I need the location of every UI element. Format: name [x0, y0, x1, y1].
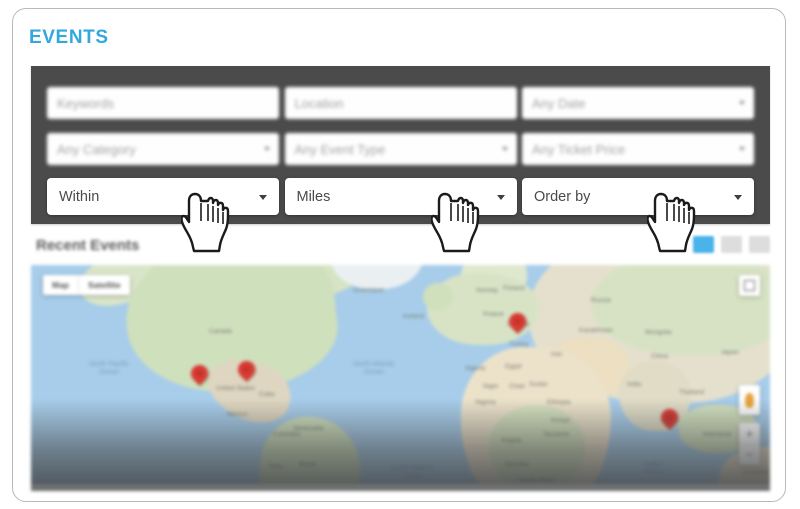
keywords-input[interactable]: Keywords [47, 87, 279, 119]
within-select-value: Within [59, 188, 100, 205]
map-type-control[interactable]: Map Satellite [43, 275, 130, 295]
units-select[interactable]: Miles [284, 178, 517, 215]
page-title: EVENTS [29, 27, 109, 48]
zoom-in-icon[interactable]: + [739, 423, 760, 445]
landmass-british-isles [423, 283, 453, 311]
view-toggle-group [693, 236, 770, 253]
map-label: Ethiopia [547, 399, 571, 406]
ticket-price-select[interactable]: Any Ticket Price [522, 133, 754, 165]
map-label: Iceland [403, 313, 424, 320]
map-label: Brazil [299, 461, 316, 468]
map-label: Greenland [353, 287, 384, 294]
section-title: Recent Events [36, 237, 140, 254]
map-label: Mongolia [645, 329, 672, 336]
search-toolbar: Keywords Location Any Date Any Category … [31, 66, 770, 224]
category-select[interactable]: Any Category [47, 133, 279, 165]
chevron-down-icon [739, 101, 745, 105]
map-label: Kazakhstan [579, 327, 613, 334]
list-view-toggle[interactable] [721, 236, 742, 253]
map-label: Nigeria [475, 399, 496, 406]
event-type-select[interactable]: Any Event Type [284, 133, 517, 165]
zoom-out-icon[interactable]: − [739, 444, 760, 465]
ticket-price-select-value: Any Ticket Price [532, 141, 626, 157]
map-label: Turkey [509, 341, 529, 348]
map-label: Iran [551, 351, 563, 358]
events-map[interactable]: Canada United States Mexico Greenland Icelan… [31, 265, 770, 491]
map-label: Mexico [227, 411, 248, 418]
street-view-pegman-icon[interactable] [739, 385, 760, 415]
map-label: China [651, 353, 668, 360]
map-label: Namibia [505, 461, 529, 468]
map-label: Peru [269, 463, 283, 470]
date-select-value: Any Date [532, 95, 586, 111]
map-label: Thailand [679, 389, 704, 396]
search-row-3: Within Miles Order by [31, 178, 770, 215]
map-bottom-strip [31, 484, 770, 491]
chevron-down-icon [501, 147, 508, 151]
map-label: Sudan [529, 381, 548, 388]
map-canvas[interactable]: Canada United States Mexico Greenland Icelan… [31, 265, 770, 491]
map-type-map-button[interactable]: Map [43, 275, 78, 295]
map-label: Tanzania [543, 431, 570, 438]
map-label: Venezuela [293, 425, 324, 432]
pegman-body [745, 392, 754, 408]
chevron-down-icon [264, 147, 270, 151]
page-root: EVENTS Keywords Location Any Date Any Ca… [0, 0, 800, 509]
map-label: Poland [483, 311, 504, 318]
map-label: Algeria [465, 365, 486, 372]
map-label: Australia [743, 469, 769, 476]
event-type-select-value: Any Event Type [294, 141, 386, 157]
map-label: Colombia [273, 431, 301, 438]
chevron-down-icon [259, 194, 267, 200]
location-input[interactable]: Location [284, 87, 517, 119]
chevron-down-icon [496, 194, 505, 200]
map-label: Angola [501, 437, 522, 444]
search-row-2: Any Category Any Event Type Any Ticket P… [31, 133, 770, 165]
search-row-1: Keywords Location Any Date [31, 87, 770, 119]
map-label: Chad [509, 383, 525, 390]
order-by-select[interactable]: Order by [522, 178, 754, 215]
map-label: India [627, 381, 642, 388]
map-type-satellite-button[interactable]: Satellite [78, 275, 130, 295]
location-input-placeholder: Location [294, 95, 344, 111]
order-by-select-value: Order by [534, 188, 591, 205]
map-label: Russia [591, 297, 611, 304]
chevron-down-icon [734, 194, 742, 200]
map-label: Cuba [259, 391, 275, 398]
map-label: Norway [476, 287, 499, 294]
recent-events-header: Recent Events [31, 235, 770, 263]
category-select-value: Any Category [57, 141, 136, 157]
map-label: Indonesia [703, 431, 732, 438]
within-select[interactable]: Within [47, 178, 279, 215]
fullscreen-icon[interactable] [739, 275, 760, 296]
map-ocean-label: North Atlantic Ocean [353, 361, 395, 376]
map-label: Niger [483, 383, 499, 390]
map-label: Japan [721, 349, 739, 356]
units-select-value: Miles [296, 188, 331, 205]
map-label: United States [216, 385, 256, 392]
map-ocean-label: Indian Ocean [643, 461, 664, 476]
map-ocean-label: North Pacific Ocean [89, 361, 129, 376]
map-label: Egypt [505, 363, 522, 370]
keywords-input-placeholder: Keywords [57, 95, 115, 111]
map-label: Canada [209, 328, 232, 335]
map-view-toggle[interactable] [693, 236, 714, 253]
map-label: Kenya [551, 417, 570, 424]
date-select[interactable]: Any Date [522, 87, 754, 119]
map-label: South Africa [519, 477, 555, 484]
map-ocean-label: South Atlantic Ocean [391, 465, 434, 480]
map-zoom-control[interactable]: + − [739, 423, 760, 465]
chevron-down-icon [739, 147, 745, 151]
grid-view-toggle[interactable] [749, 236, 770, 253]
map-label: Finland [503, 285, 525, 292]
events-card: EVENTS Keywords Location Any Date Any Ca… [12, 8, 786, 502]
